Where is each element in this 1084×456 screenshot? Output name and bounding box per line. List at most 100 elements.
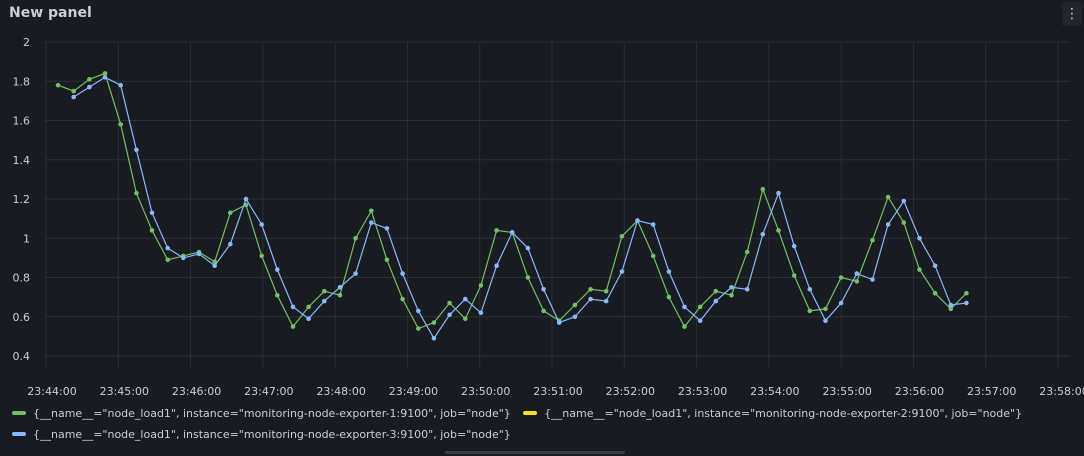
data-point bbox=[964, 290, 969, 296]
data-point bbox=[650, 222, 656, 227]
data-point bbox=[713, 288, 719, 294]
data-point bbox=[666, 294, 672, 300]
data-point bbox=[196, 251, 202, 257]
data-point bbox=[713, 298, 719, 304]
data-point bbox=[447, 312, 452, 318]
legend-item-exporter-1[interactable]: {__name__="node_load1", instance="monito… bbox=[12, 407, 511, 420]
x-tick-label: 23:44:00 bbox=[27, 385, 76, 398]
legend-item-exporter-3[interactable]: {__name__="node_load1", instance="monito… bbox=[12, 428, 511, 441]
data-point bbox=[525, 245, 531, 251]
data-point bbox=[525, 275, 531, 280]
data-point bbox=[290, 324, 296, 329]
series-1 bbox=[55, 71, 969, 331]
data-point bbox=[917, 267, 922, 272]
legend-label: {__name__="node_load1", instance="monito… bbox=[33, 406, 511, 420]
data-point bbox=[165, 245, 170, 251]
data-point bbox=[71, 94, 76, 100]
data-point bbox=[306, 304, 311, 310]
x-tick-label: 23:50:00 bbox=[461, 385, 510, 398]
data-point bbox=[55, 82, 61, 88]
data-point bbox=[400, 271, 405, 276]
data-point bbox=[838, 300, 844, 306]
y-tick-label: 0.6 bbox=[13, 311, 31, 324]
data-point bbox=[697, 304, 703, 310]
data-point bbox=[322, 288, 327, 294]
y-tick-label: 0.4 bbox=[13, 350, 31, 363]
data-point bbox=[635, 218, 640, 223]
data-point bbox=[791, 243, 797, 249]
data-point bbox=[964, 300, 969, 306]
data-point bbox=[102, 75, 108, 80]
data-point bbox=[901, 198, 907, 204]
data-point bbox=[807, 308, 813, 314]
legend-row-2: {__name__="node_load1", instance="monito… bbox=[12, 426, 520, 441]
data-point bbox=[603, 288, 609, 294]
data-point bbox=[854, 279, 860, 284]
data-point bbox=[306, 316, 311, 322]
series-line bbox=[57, 72, 967, 330]
data-point bbox=[932, 263, 938, 269]
green-swatch bbox=[12, 411, 26, 415]
data-point bbox=[588, 296, 593, 302]
data-point bbox=[259, 222, 265, 227]
data-point bbox=[118, 82, 123, 88]
legend-label: {__name__="node_load1", instance="monito… bbox=[544, 406, 1023, 420]
data-point bbox=[463, 316, 468, 322]
scrollbar[interactable] bbox=[445, 451, 625, 454]
x-tick-label: 23:56:00 bbox=[895, 385, 944, 398]
data-point bbox=[384, 257, 390, 263]
data-point bbox=[917, 236, 922, 241]
data-point bbox=[619, 234, 625, 239]
data-point bbox=[885, 222, 891, 227]
data-point bbox=[228, 210, 233, 215]
data-point bbox=[744, 249, 750, 255]
legend-label: {__name__="node_load1", instance="monito… bbox=[33, 427, 511, 441]
data-point bbox=[478, 283, 484, 288]
data-point bbox=[603, 298, 609, 304]
y-tick-label: 1.2 bbox=[13, 193, 31, 206]
data-point bbox=[541, 287, 546, 292]
data-point bbox=[87, 84, 92, 90]
x-tick-label: 23:57:00 bbox=[967, 385, 1016, 398]
data-point bbox=[275, 267, 280, 272]
data-point bbox=[760, 186, 766, 192]
y-tick-label: 2 bbox=[23, 36, 30, 49]
data-point bbox=[650, 253, 656, 259]
data-point bbox=[337, 285, 343, 290]
data-point bbox=[384, 226, 390, 231]
data-point bbox=[275, 292, 280, 298]
data-point bbox=[729, 292, 734, 298]
data-point bbox=[259, 253, 265, 259]
series-line bbox=[73, 76, 967, 340]
data-point bbox=[416, 308, 421, 314]
data-point bbox=[932, 290, 938, 296]
data-point bbox=[290, 304, 296, 310]
data-point bbox=[322, 298, 327, 304]
data-point bbox=[353, 271, 358, 276]
legend-item-exporter-2[interactable]: {__name__="node_load1", instance="monito… bbox=[523, 407, 1022, 420]
x-tick-label: 23:53:00 bbox=[678, 385, 727, 398]
data-point bbox=[823, 306, 828, 312]
data-point bbox=[212, 263, 217, 269]
data-point bbox=[619, 269, 625, 274]
data-point bbox=[572, 314, 578, 320]
data-point bbox=[776, 228, 781, 233]
x-tick-label: 23:51:00 bbox=[533, 385, 582, 398]
data-point bbox=[823, 318, 828, 324]
y-tick-label: 1 bbox=[23, 232, 30, 245]
data-point bbox=[494, 228, 499, 233]
data-point bbox=[416, 326, 421, 331]
x-tick-label: 23:47:00 bbox=[244, 385, 293, 398]
data-point bbox=[885, 194, 891, 200]
blue-swatch bbox=[12, 432, 26, 436]
data-point bbox=[729, 285, 734, 290]
data-point bbox=[431, 336, 437, 341]
data-point bbox=[463, 296, 468, 302]
data-point bbox=[854, 271, 860, 276]
series-3 bbox=[71, 75, 969, 341]
data-point bbox=[478, 310, 484, 316]
data-point bbox=[447, 300, 452, 306]
data-point bbox=[697, 318, 703, 324]
x-tick-label: 23:58:00 bbox=[1039, 385, 1084, 398]
data-point bbox=[134, 147, 139, 153]
